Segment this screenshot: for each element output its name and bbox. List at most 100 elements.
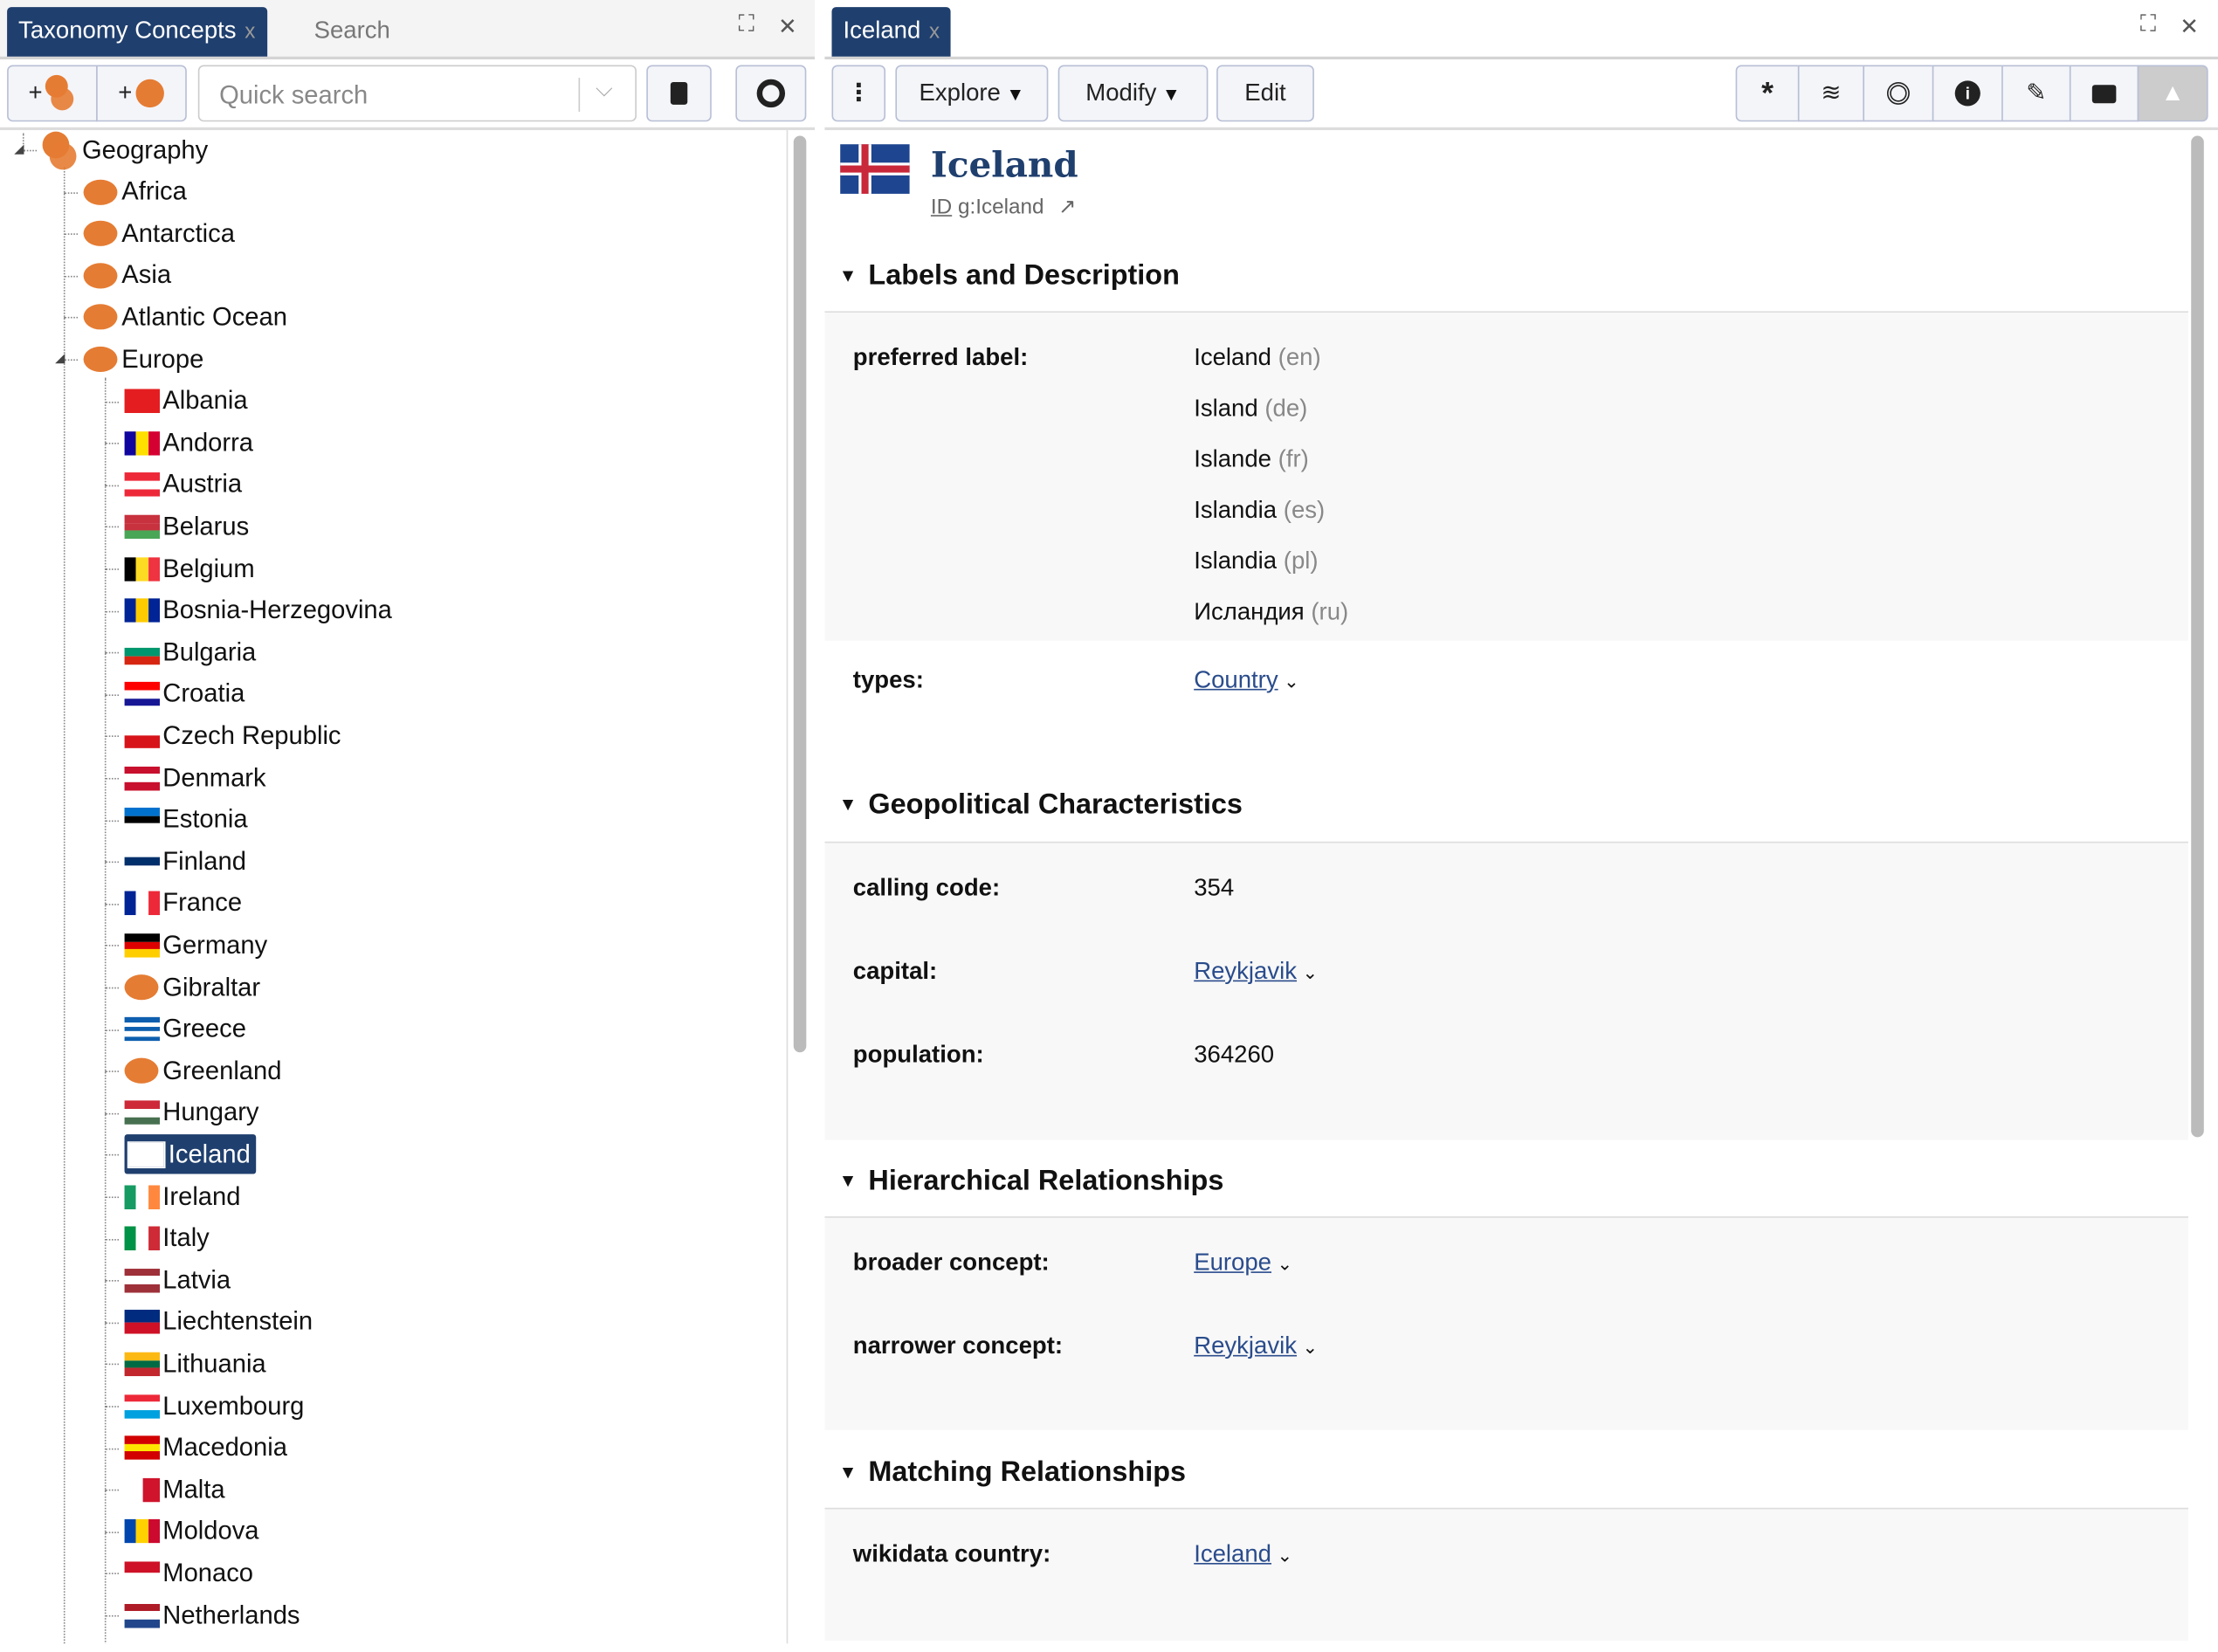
broader-value[interactable]: Europe ⌄ xyxy=(1194,1249,1292,1277)
tree-item[interactable]: Atlantic Ocean xyxy=(83,298,287,337)
tree-item[interactable]: Luxembourg xyxy=(124,1387,304,1426)
caret-down-icon: ▼ xyxy=(838,793,858,816)
tree-item[interactable]: Europe xyxy=(83,340,203,379)
section-hier-header[interactable]: ▼ Hierarchical Relationships xyxy=(839,1166,1224,1198)
tree-item[interactable]: France xyxy=(124,884,242,923)
flag-icon xyxy=(124,389,161,414)
narrower-link[interactable]: Reykjavik xyxy=(1194,1332,1297,1359)
maximize-icon[interactable]: ⛶ xyxy=(2140,13,2156,38)
chevron-down-icon[interactable]: ⌄ xyxy=(1277,1253,1292,1274)
asterisk-button[interactable]: * xyxy=(1735,65,1800,122)
tree-item[interactable]: Liechtenstein xyxy=(124,1303,313,1342)
section-geo-header[interactable]: ▼ Geopolitical Characteristics xyxy=(839,789,1243,822)
tree-item[interactable]: Czech Republic xyxy=(124,716,341,755)
tree-item[interactable]: Germany xyxy=(124,926,267,965)
tree-item[interactable]: Denmark xyxy=(124,758,266,797)
quick-search[interactable]: ⌵ xyxy=(197,65,637,122)
add-concept-scheme-button[interactable]: + xyxy=(7,65,98,122)
tree-item[interactable]: Greenland xyxy=(124,1051,281,1091)
wikidata-link[interactable]: Iceland xyxy=(1194,1540,1271,1567)
expand-toggle-icon[interactable]: ◢ xyxy=(55,351,65,367)
tree-item[interactable]: Netherlands xyxy=(124,1595,300,1635)
tree-item[interactable]: Hungary xyxy=(124,1093,259,1132)
chevron-down-icon[interactable]: ⌄ xyxy=(1303,1337,1319,1358)
folder-button[interactable] xyxy=(2069,65,2139,122)
types-value[interactable]: Country ⌄ xyxy=(1194,666,1299,694)
chevron-down-icon[interactable]: ⌄ xyxy=(1303,962,1319,983)
more-menu-button[interactable]: ⋮ xyxy=(831,65,886,122)
layers-button[interactable]: ≋ xyxy=(1797,65,1865,122)
view-button[interactable] xyxy=(735,65,807,122)
tree-connector xyxy=(104,401,120,403)
close-tab-icon[interactable]: x xyxy=(245,20,255,45)
add-concept-button[interactable]: + xyxy=(96,65,187,122)
tree-scrollbar[interactable] xyxy=(793,135,807,1053)
tree-item[interactable]: Austria xyxy=(124,465,242,505)
tab-iceland[interactable]: Iceland x xyxy=(831,7,952,57)
type-link[interactable]: Country xyxy=(1194,666,1278,693)
tree-item[interactable]: Lithuania xyxy=(124,1345,266,1384)
section-match-header[interactable]: ▼ Matching Relationships xyxy=(839,1456,1186,1489)
tree-item[interactable]: Moldova xyxy=(124,1511,259,1551)
tree-item[interactable]: Latvia xyxy=(124,1261,231,1300)
book-button[interactable] xyxy=(646,65,712,122)
flag-icon xyxy=(124,1100,161,1125)
tree-item[interactable]: Albania xyxy=(124,382,248,421)
tree-item[interactable]: Greece xyxy=(124,1009,246,1049)
tree-item[interactable]: Malta xyxy=(124,1470,225,1509)
expand-toggle-icon[interactable]: ◢ xyxy=(14,141,24,157)
info-button[interactable]: i xyxy=(1932,65,2003,122)
tree-item[interactable]: Macedonia xyxy=(124,1428,287,1467)
maximize-icon[interactable]: ⛶ xyxy=(739,13,754,38)
field-label: wikidata country: xyxy=(852,1540,1051,1567)
tree-item[interactable]: Belgium xyxy=(124,549,255,589)
close-tab-icon[interactable]: x xyxy=(929,20,940,45)
edit-button[interactable]: Edit xyxy=(1216,65,1314,122)
quick-search-input[interactable] xyxy=(216,79,576,112)
calling-code-value: 354 xyxy=(1194,874,1235,901)
tree-item[interactable]: Gibraltar xyxy=(124,967,260,1007)
edit-note-button[interactable]: ✎ xyxy=(2001,65,2071,122)
view-button[interactable] xyxy=(1863,65,1934,122)
tree-item[interactable]: Africa xyxy=(83,172,187,211)
wikidata-value[interactable]: Iceland ⌄ xyxy=(1194,1540,1292,1568)
tree-item[interactable]: Croatia xyxy=(124,674,245,713)
explore-button[interactable]: Explore ▼ xyxy=(895,65,1049,122)
flag-icon xyxy=(124,1603,161,1628)
tree-item[interactable]: Bulgaria xyxy=(124,632,256,671)
concept-content: Iceland ID g:Iceland ↗ ▼ Labels and Descr… xyxy=(824,130,2218,1642)
tree-item[interactable]: Monaco xyxy=(124,1553,253,1593)
narrower-value[interactable]: Reykjavik ⌄ xyxy=(1194,1332,1318,1360)
modify-button[interactable]: Modify ▼ xyxy=(1057,65,1209,122)
tree-item[interactable]: Andorra xyxy=(124,423,253,463)
tree-item[interactable]: Ireland xyxy=(124,1177,240,1216)
tab-search[interactable]: Search xyxy=(314,7,390,57)
tree-item[interactable]: Geography xyxy=(42,130,209,170)
tree-item[interactable]: Italy xyxy=(124,1219,210,1258)
tree-item[interactable]: Bosnia-Herzegovina xyxy=(124,590,392,630)
tree-item[interactable]: Estonia xyxy=(124,800,248,839)
close-panel-icon[interactable]: ✕ xyxy=(2180,13,2199,41)
chevron-down-icon[interactable]: ⌄ xyxy=(1284,671,1299,692)
chevron-down-icon[interactable]: ⌄ xyxy=(1277,1545,1292,1566)
tree-item[interactable]: Antarctica xyxy=(83,214,235,253)
section-labels-header[interactable]: ▼ Labels and Description xyxy=(839,260,1180,293)
tree-item-label: Geography xyxy=(81,134,209,164)
concept-icon xyxy=(124,1057,159,1084)
tree-item-label: Albania xyxy=(162,386,248,415)
capital-link[interactable]: Reykjavik xyxy=(1194,958,1297,985)
tab-taxonomy-concepts[interactable]: Taxonomy Concepts x xyxy=(7,7,267,57)
broader-link[interactable]: Europe xyxy=(1194,1249,1271,1276)
capital-value[interactable]: Reykjavik ⌄ xyxy=(1194,958,1318,986)
tree-item[interactable]: Finland xyxy=(124,842,246,881)
warning-button[interactable]: ▲ xyxy=(2137,65,2208,122)
external-link-icon[interactable]: ↗ xyxy=(1058,196,1076,220)
content-scrollbar[interactable] xyxy=(2191,135,2204,1138)
close-panel-icon[interactable]: ✕ xyxy=(778,13,797,41)
tree-item[interactable]: Asia xyxy=(83,256,171,295)
chevron-down-icon[interactable]: ⌵ xyxy=(596,78,613,103)
tree-item[interactable]: Belarus xyxy=(124,507,249,547)
asterisk-icon: * xyxy=(1761,74,1774,111)
tree-item-label: Denmark xyxy=(162,762,266,792)
tree-item-selected[interactable]: Iceland xyxy=(124,1134,257,1175)
